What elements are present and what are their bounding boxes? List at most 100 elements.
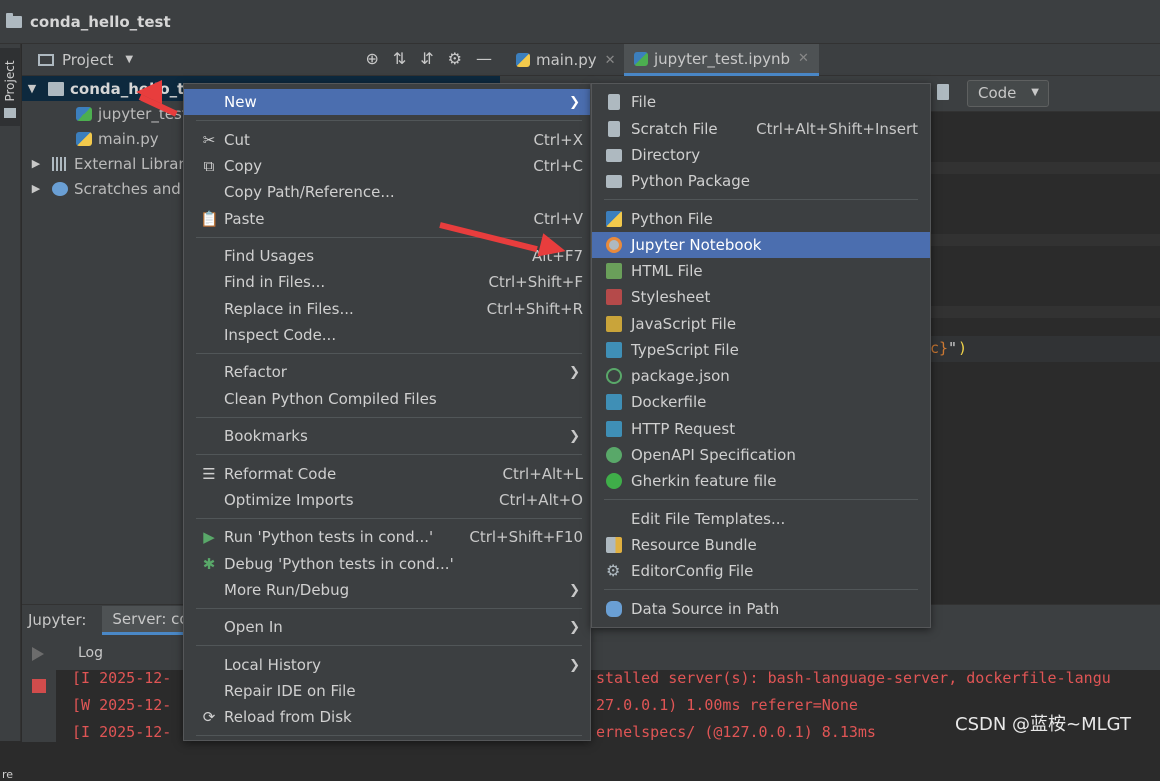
jupyter-file-icon xyxy=(634,51,648,66)
menu-item-label: Bookmarks xyxy=(224,427,308,445)
trash-icon[interactable] xyxy=(937,84,949,100)
submenu-item-directory[interactable]: Directory xyxy=(592,142,930,168)
menu-item-label: Inspect Code... xyxy=(224,326,337,344)
menu-item-reformat-code[interactable]: ☰ Reformat Code Ctrl+Alt+L xyxy=(184,461,590,487)
menu-item-inspect-code[interactable]: Inspect Code... xyxy=(184,322,590,348)
reformat-icon: ☰ xyxy=(202,465,216,483)
menu-item-replace-in-files[interactable]: Replace in Files... Ctrl+Shift+R xyxy=(184,296,590,322)
editor-tabs: main.py ✕ jupyter_test.ipynb ✕ xyxy=(500,44,1160,76)
submenu-item-scratch-file[interactable]: Scratch File Ctrl+Alt+Shift+Insert xyxy=(592,116,930,142)
menu-item-label: Paste xyxy=(224,210,265,228)
submenu-item-label: Edit File Templates... xyxy=(631,510,786,528)
project-panel-header: Project ▼ ⊕ ⇅ ⇵ ⚙ — xyxy=(22,44,500,76)
menu-separator xyxy=(196,237,582,238)
close-icon[interactable]: ✕ xyxy=(605,53,616,68)
tree-item-main[interactable]: main.py xyxy=(76,126,159,151)
menu-item-label: Run 'Python tests in cond...' xyxy=(224,528,434,546)
code-line[interactable]: c} " ) xyxy=(930,336,1160,362)
tab-main-py[interactable]: main.py ✕ xyxy=(506,44,626,76)
tree-item-external-libraries[interactable]: ▶ External Libraries xyxy=(28,151,206,176)
menu-item-optimize-imports[interactable]: Optimize Imports Ctrl+Alt+O xyxy=(184,487,590,513)
context-menu: New ❯ ✂ Cut Ctrl+X ⧉ Copy Ctrl+C Copy Pa… xyxy=(183,83,591,741)
menu-item-shortcut: Ctrl+Alt+O xyxy=(499,491,583,509)
folder-icon xyxy=(48,81,64,96)
submenu-item-openapi[interactable]: OpenAPI Specification xyxy=(592,442,930,468)
code-quote: " xyxy=(948,339,958,357)
cell-type-select[interactable]: Code ▼ xyxy=(967,80,1049,107)
tab-jupyter-test[interactable]: jupyter_test.ipynb ✕ xyxy=(624,44,819,76)
tab-label: jupyter_test.ipynb xyxy=(654,49,791,68)
project-view-label[interactable]: Project xyxy=(62,51,113,69)
menu-item-reload-from-disk[interactable]: ⟳ Reload from Disk xyxy=(184,704,590,730)
menu-item-local-history[interactable]: Local History ❯ xyxy=(184,652,590,678)
close-icon[interactable]: ✕ xyxy=(798,51,809,66)
submenu-item-label: Gherkin feature file xyxy=(631,472,777,490)
menu-item-copy[interactable]: ⧉ Copy Ctrl+C xyxy=(184,153,590,179)
submenu-item-html-file[interactable]: HTML File xyxy=(592,258,930,284)
gear-icon[interactable]: ⚙ xyxy=(448,49,462,68)
submenu-item-javascript-file[interactable]: JavaScript File xyxy=(592,311,930,337)
menu-item-repair-ide[interactable]: Repair IDE on File xyxy=(184,678,590,704)
chevron-right-icon: ❯ xyxy=(569,619,580,635)
submenu-item-label: Python Package xyxy=(631,172,750,190)
copy-icon: ⧉ xyxy=(203,157,215,175)
log-tab[interactable]: Log xyxy=(78,645,103,661)
collapse-all-icon[interactable]: ⇵ xyxy=(420,49,433,68)
submenu-item-edit-file-templates[interactable]: Edit File Templates... xyxy=(592,506,930,532)
menu-separator xyxy=(196,417,582,418)
api-icon xyxy=(606,421,622,437)
window-title: conda_hello_test xyxy=(30,12,171,31)
submenu-item-package-json[interactable]: package.json xyxy=(592,363,930,389)
jupyter-label: Jupyter: xyxy=(28,611,87,629)
menu-item-bookmarks[interactable]: Bookmarks ❯ xyxy=(184,423,590,449)
menu-item-clean-python[interactable]: Clean Python Compiled Files xyxy=(184,386,590,412)
chevron-right-icon: ❯ xyxy=(569,94,580,110)
menu-item-refactor[interactable]: Refactor ❯ xyxy=(184,359,590,385)
menu-item-open-in[interactable]: Open In ❯ xyxy=(184,614,590,640)
folder-icon xyxy=(4,108,16,118)
chevron-right-icon[interactable]: ▶ xyxy=(28,157,44,170)
menu-item-debug[interactable]: ✱ Debug 'Python tests in cond...' xyxy=(184,551,590,577)
submenu-item-editorconfig[interactable]: ⚙ EditorConfig File xyxy=(592,558,930,584)
expand-all-icon[interactable]: ⇅ xyxy=(393,49,406,68)
chevron-right-icon[interactable]: ▶ xyxy=(28,182,44,195)
menu-item-find-in-files[interactable]: Find in Files... Ctrl+Shift+F xyxy=(184,269,590,295)
submenu-item-label: Directory xyxy=(631,146,701,164)
submenu-item-gherkin[interactable]: Gherkin feature file xyxy=(592,468,930,494)
locate-icon[interactable]: ⊕ xyxy=(365,49,378,68)
menu-item-paste[interactable]: 📋 Paste Ctrl+V xyxy=(184,206,590,232)
submenu-item-label: Resource Bundle xyxy=(631,536,757,554)
menu-item-more-run-debug[interactable]: More Run/Debug ❯ xyxy=(184,577,590,603)
chevron-down-icon[interactable]: ▼ xyxy=(125,54,133,65)
log-line-rest: 27.0.0.1) 1.00ms referer=None xyxy=(596,696,858,714)
submenu-item-resource-bundle[interactable]: Resource Bundle xyxy=(592,532,930,558)
menu-item-new[interactable]: New ❯ xyxy=(184,89,590,115)
bottom-tool-label[interactable]: re xyxy=(2,768,13,781)
submenu-item-jupyter-notebook[interactable]: Jupyter Notebook xyxy=(592,232,930,258)
menu-item-run[interactable]: ▶ Run 'Python tests in cond...' Ctrl+Shi… xyxy=(184,524,590,550)
submenu-item-python-package[interactable]: Python Package xyxy=(592,168,930,194)
submenu-item-stylesheet[interactable]: Stylesheet xyxy=(592,284,930,310)
menu-item-cut[interactable]: ✂ Cut Ctrl+X xyxy=(184,127,590,153)
submenu-item-file[interactable]: File xyxy=(592,89,930,115)
submenu-item-typescript-file[interactable]: TypeScript File xyxy=(592,337,930,363)
stop-icon[interactable] xyxy=(32,679,46,693)
menu-item-shortcut: Ctrl+V xyxy=(533,210,583,228)
run-icon[interactable] xyxy=(32,647,44,661)
chevron-down-icon[interactable]: ▼ xyxy=(24,82,40,95)
hide-icon[interactable]: — xyxy=(476,49,492,68)
submenu-separator xyxy=(604,199,918,200)
submenu-item-http-request[interactable]: HTTP Request xyxy=(592,416,930,442)
project-tool-tab[interactable]: Project xyxy=(0,48,20,126)
menu-item-copy-path[interactable]: Copy Path/Reference... xyxy=(184,179,590,205)
submenu-item-dockerfile[interactable]: Dockerfile xyxy=(592,389,930,415)
menu-item-label: Find in Files... xyxy=(224,273,326,291)
resource-bundle-icon xyxy=(606,537,622,553)
submenu-item-data-source[interactable]: Data Source in Path xyxy=(592,596,930,622)
submenu-item-python-file[interactable]: Python File xyxy=(592,206,930,232)
watermark: CSDN @蓝桉~MLGT xyxy=(955,714,1131,735)
project-folder-icon xyxy=(6,12,22,28)
title-bar: conda_hello_test xyxy=(0,0,1160,44)
css-icon xyxy=(606,289,622,305)
cell-separator xyxy=(930,234,1160,246)
